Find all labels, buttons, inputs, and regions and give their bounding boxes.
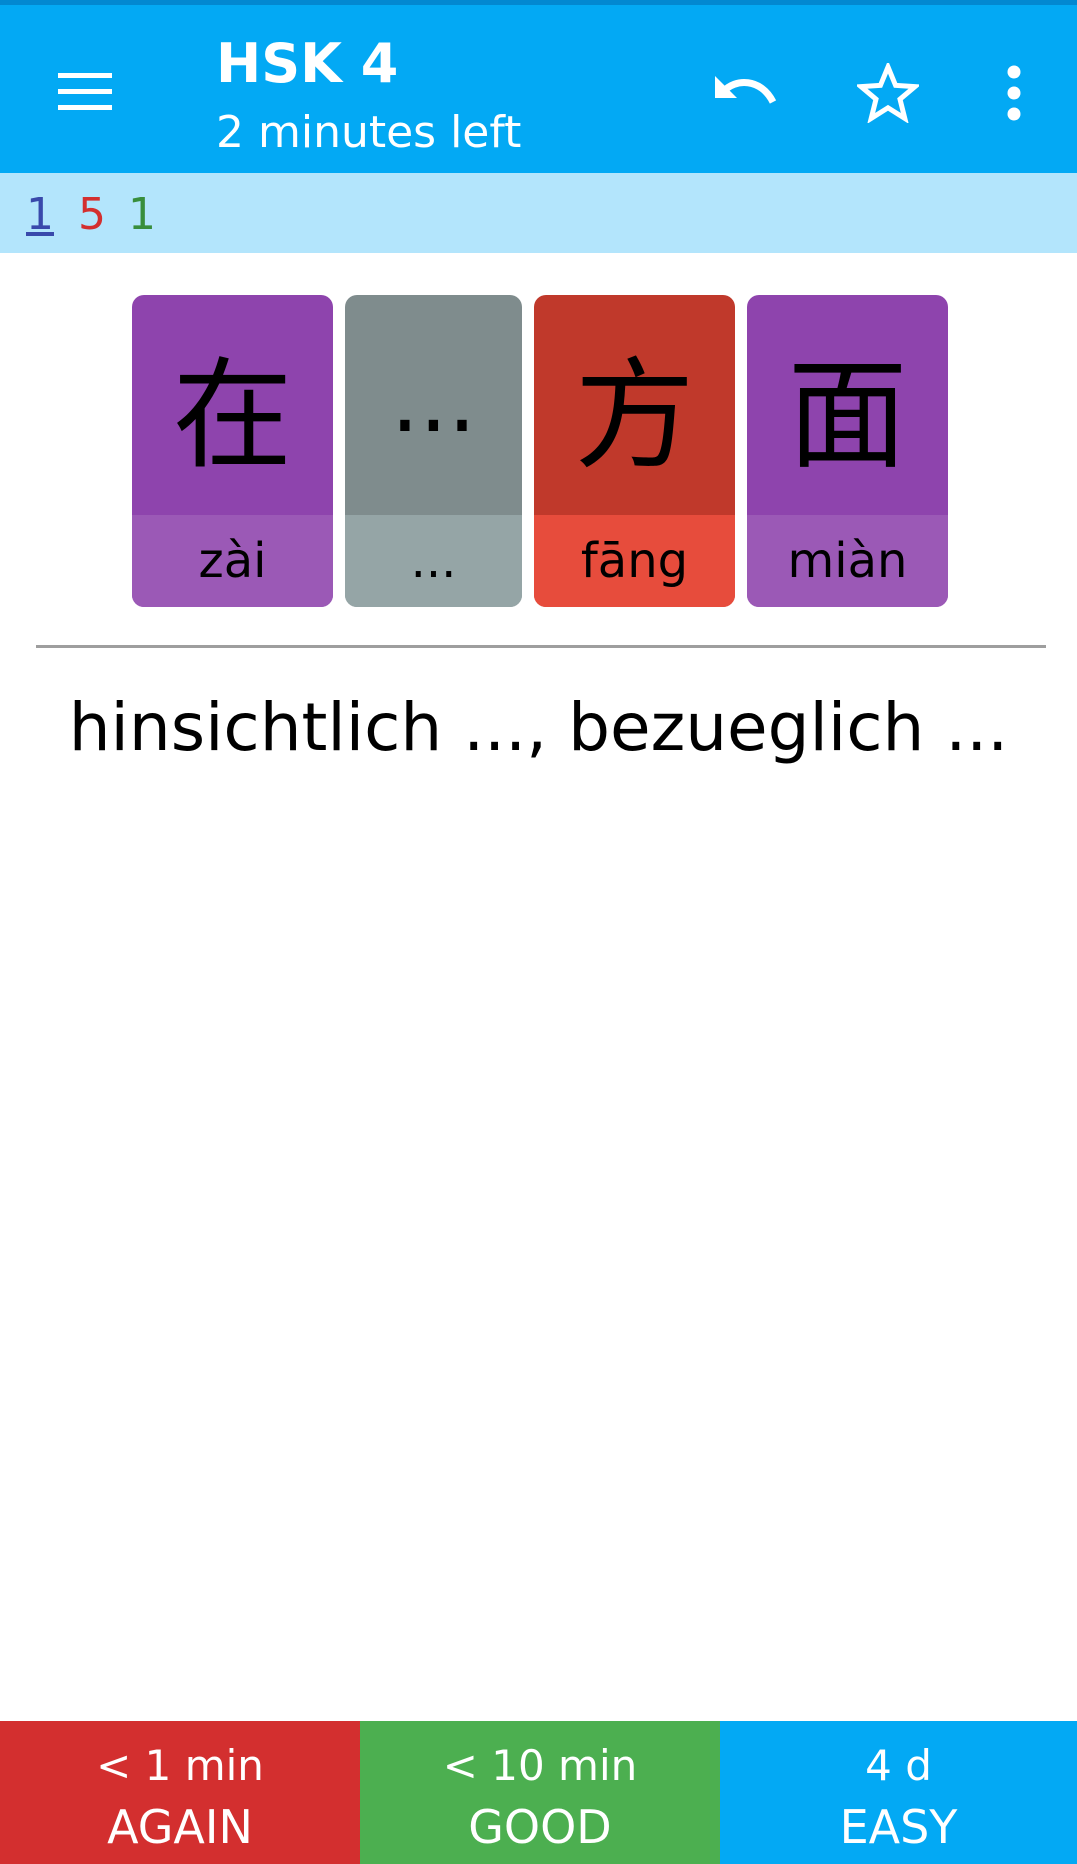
again-interval: < 1 min (96, 1741, 264, 1790)
easy-label: EASY (839, 1800, 958, 1854)
mark-button[interactable] (840, 47, 936, 143)
easy-interval: 4 d (865, 1741, 932, 1790)
deck-title: HSK 4 (216, 32, 399, 95)
character-card: 面 miàn (747, 295, 948, 607)
character-card: ... ... (345, 295, 522, 607)
hanzi: ... (390, 347, 477, 453)
pinyin: miàn (747, 515, 948, 607)
app-bar: HSK 4 2 minutes left (0, 5, 1077, 173)
undo-icon (709, 68, 779, 122)
good-interval: < 10 min (442, 1741, 638, 1790)
easy-button[interactable]: 4 d EASY (720, 1721, 1077, 1864)
time-remaining: 2 minutes left (216, 107, 522, 158)
learning-count: 5 (78, 189, 106, 240)
menu-icon (56, 71, 114, 115)
card-counts-bar: 1 5 1 (0, 173, 1077, 253)
again-label: AGAIN (107, 1800, 253, 1854)
pinyin: ... (345, 515, 522, 607)
meaning-text: hinsichtlich ..., bezueglich ... (68, 689, 1009, 766)
star-outline-icon (854, 60, 922, 127)
good-button[interactable]: < 10 min GOOD (360, 1721, 720, 1864)
hanzi: 方 (574, 347, 695, 486)
undo-button[interactable] (696, 47, 792, 143)
character-card: 在 zài (132, 295, 333, 607)
hanzi: 面 (787, 347, 908, 486)
menu-button[interactable] (40, 49, 130, 137)
again-button[interactable]: < 1 min AGAIN (0, 1721, 360, 1864)
pinyin: zài (132, 515, 333, 607)
reviewer-screen: HSK 4 2 minutes left 1 5 1 在 zài ... ...… (0, 0, 1077, 1864)
pinyin: fāng (534, 515, 735, 607)
overflow-menu-button[interactable] (966, 47, 1062, 143)
review-count: 1 (128, 189, 156, 240)
hanzi: 在 (172, 347, 293, 486)
character-card: 方 fāng (534, 295, 735, 607)
more-vert-icon (1004, 65, 1024, 125)
answer-divider (36, 645, 1046, 648)
good-label: GOOD (468, 1800, 612, 1854)
new-count[interactable]: 1 (26, 187, 54, 243)
